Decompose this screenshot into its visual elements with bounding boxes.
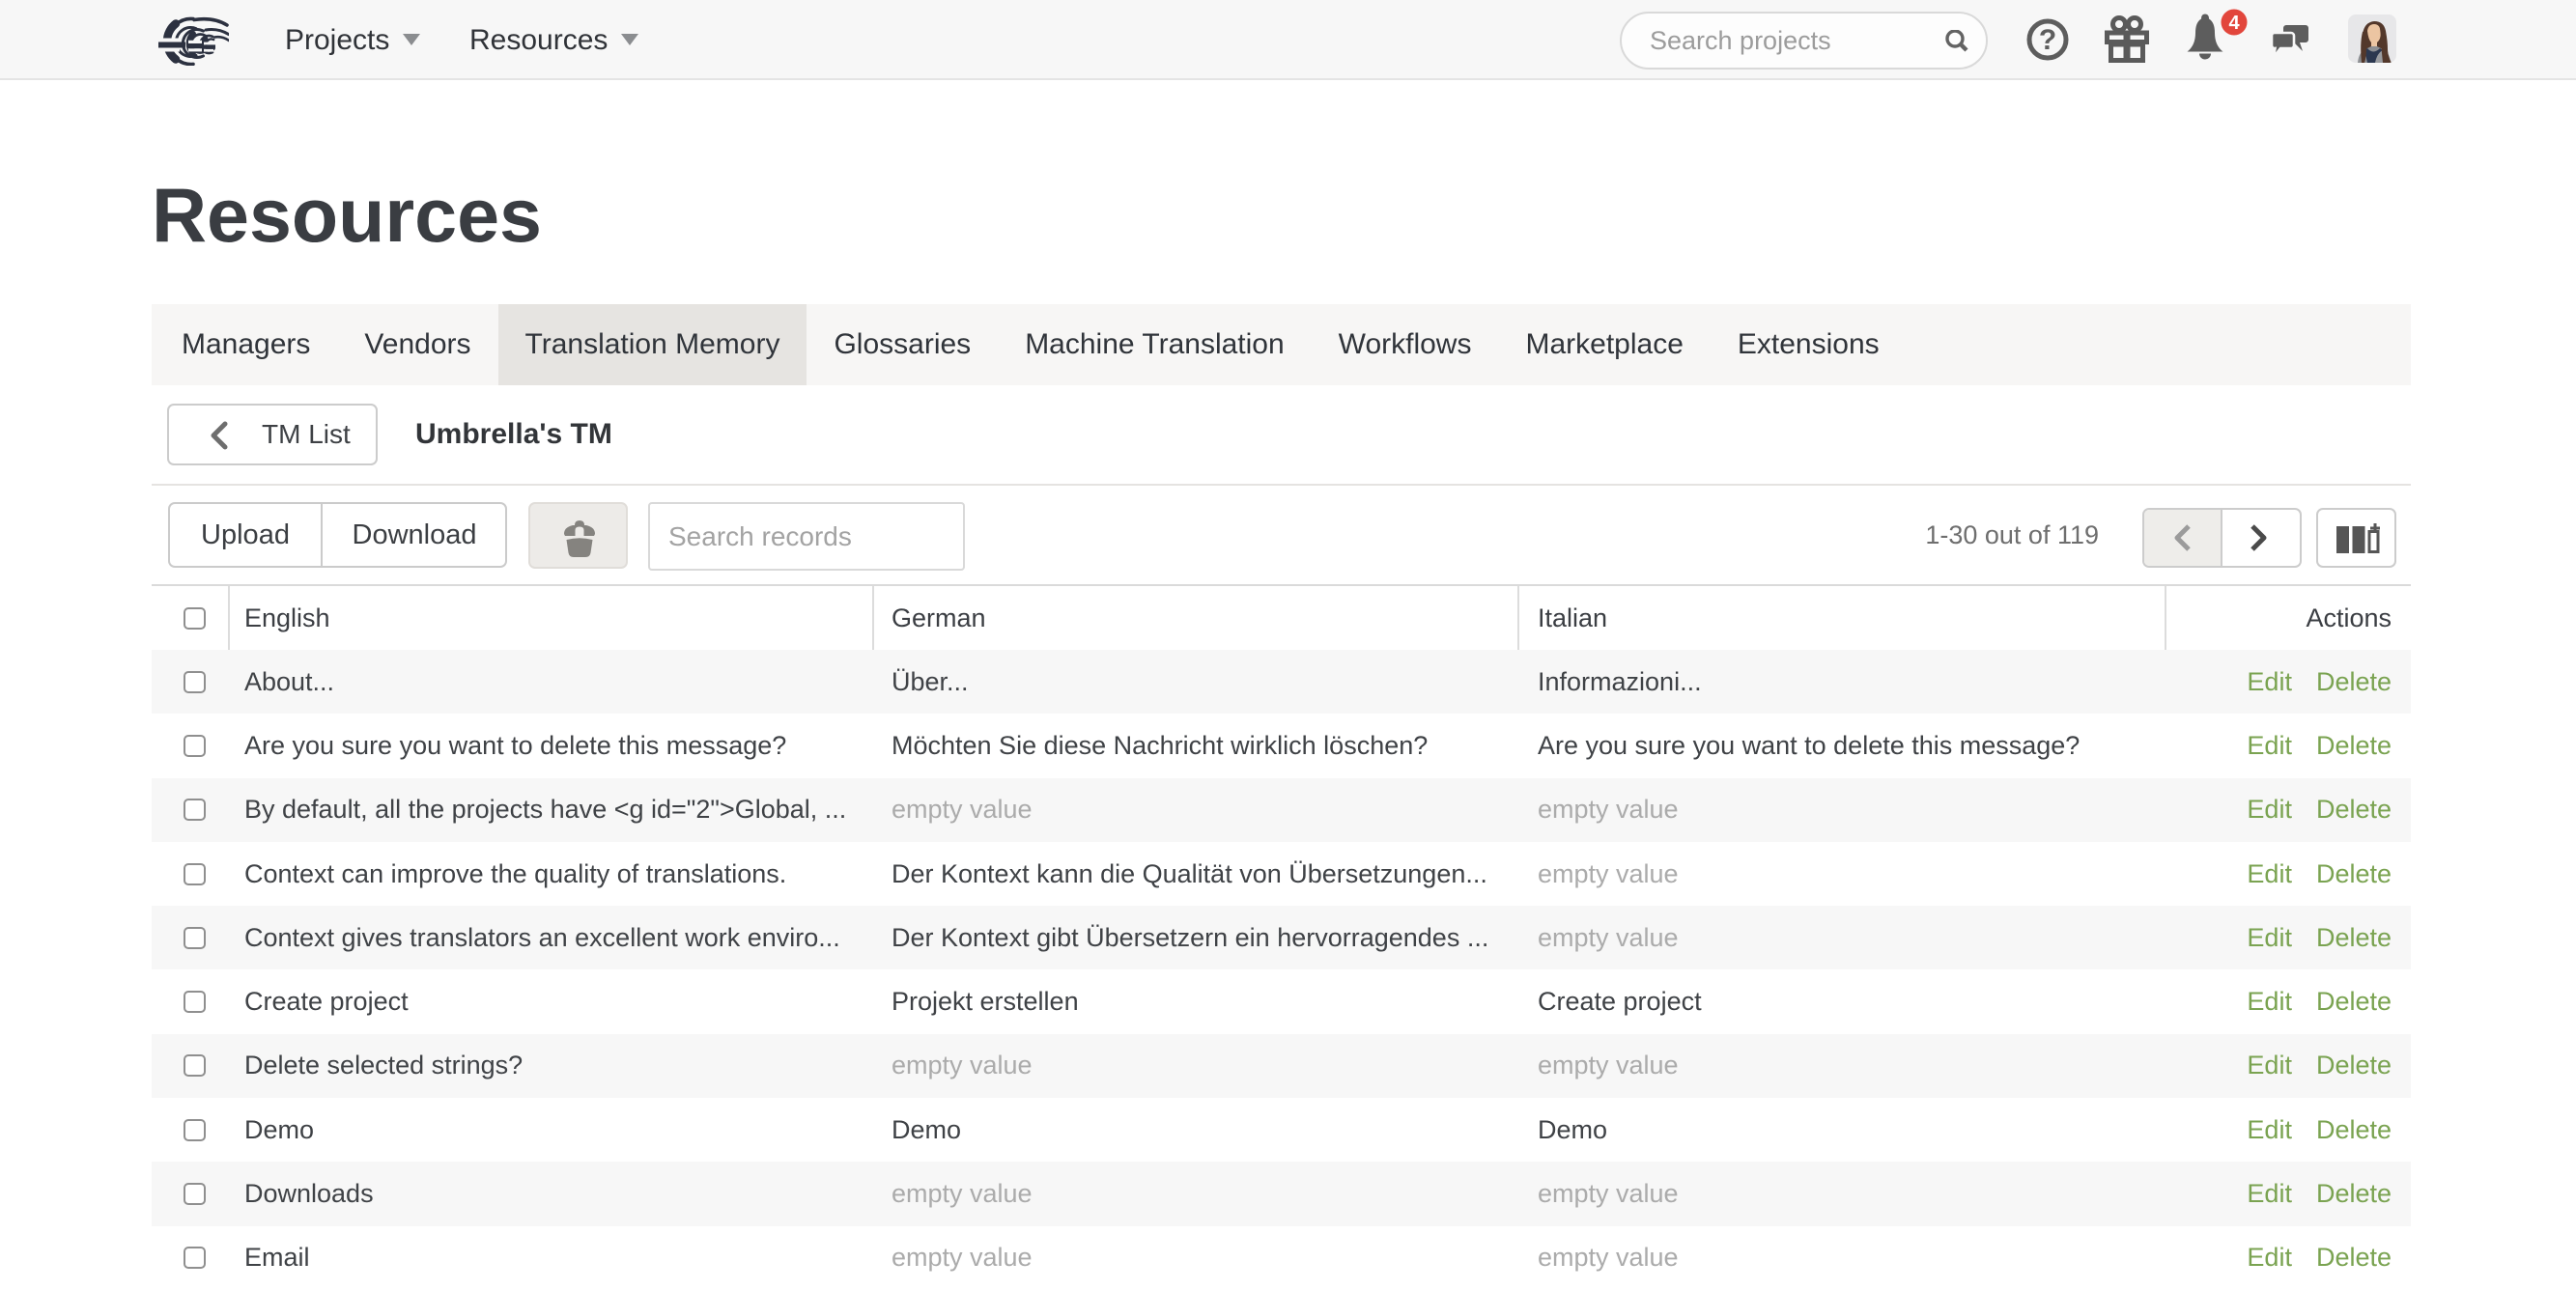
svg-text:4: 4 bbox=[2228, 13, 2240, 34]
svg-text:?: ? bbox=[2039, 24, 2056, 56]
